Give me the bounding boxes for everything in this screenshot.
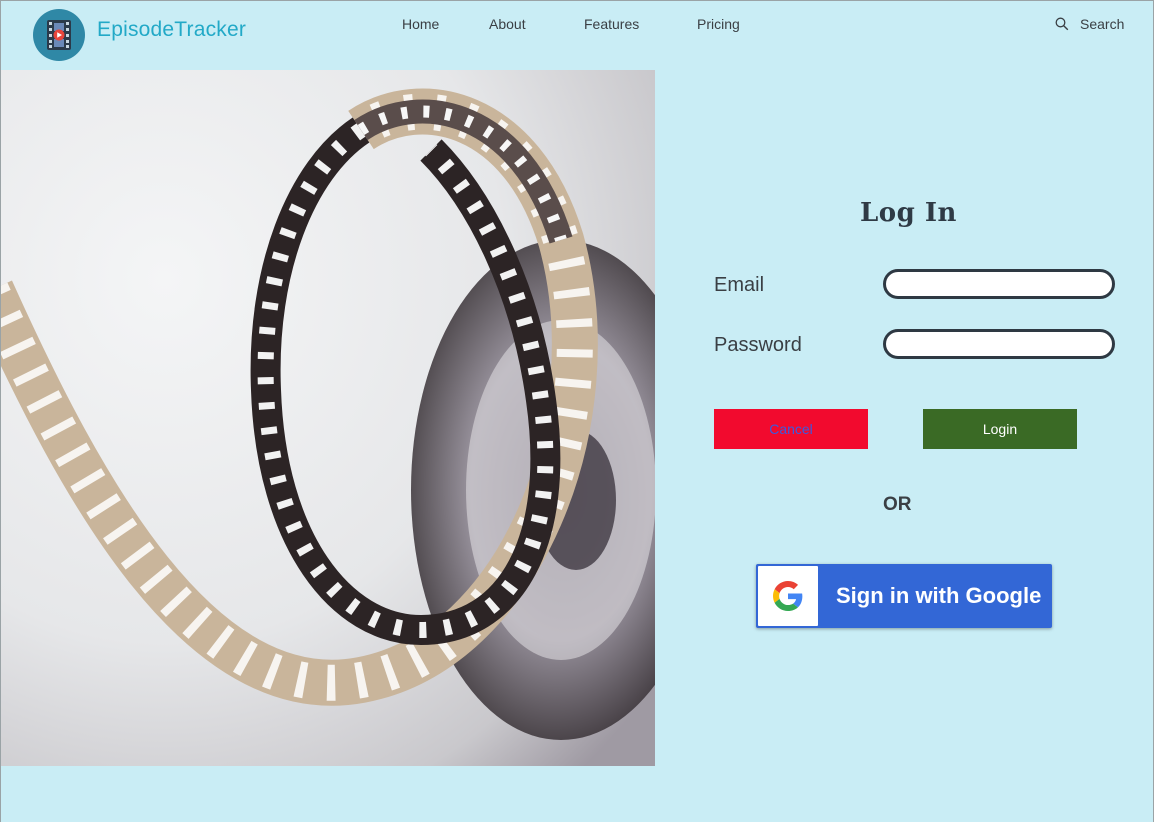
login-button[interactable]: Login [923, 409, 1077, 449]
nav-pricing[interactable]: Pricing [697, 16, 740, 32]
password-label: Password [714, 334, 802, 356]
or-divider-text: OR [883, 494, 912, 515]
search-icon [1055, 17, 1069, 31]
google-signin-button[interactable]: Sign in with Google [756, 564, 1052, 628]
nav-features[interactable]: Features [584, 16, 639, 32]
cancel-button[interactable]: Cancel [714, 409, 868, 449]
google-g-icon [773, 581, 803, 611]
nav-about[interactable]: About [489, 16, 526, 32]
logo-film-icon[interactable] [33, 9, 85, 61]
password-field[interactable] [883, 329, 1115, 359]
brand-name[interactable]: EpisodeTracker [97, 18, 246, 42]
top-border [0, 0, 1154, 1]
nav-home[interactable]: Home [402, 16, 439, 32]
login-title: Log In [860, 198, 957, 228]
film-reel-image [1, 70, 655, 766]
google-icon-container [758, 566, 818, 626]
google-signin-label: Sign in with Google [836, 583, 1042, 608]
email-label: Email [714, 274, 765, 296]
email-field[interactable] [883, 269, 1115, 299]
search-label: Search [1080, 16, 1125, 32]
